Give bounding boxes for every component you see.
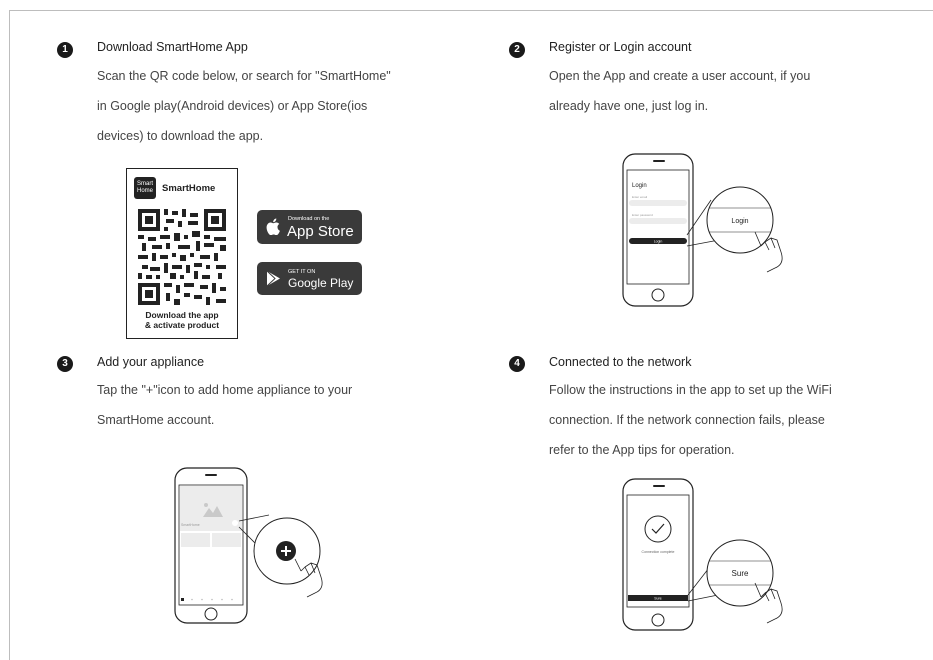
login-title: Login: [632, 183, 647, 189]
qr-brand: SmartHome: [162, 183, 216, 194]
login-zoom-label: Login: [731, 218, 748, 225]
google-play-small: GET IT ON: [288, 269, 316, 275]
login-phone-illustration: Login Enter email Enter password Login L…: [622, 153, 783, 307]
qr-caption: Download the app & activate product: [127, 310, 237, 330]
play-icon: [266, 270, 280, 287]
step-3-line: SmartHome account.: [97, 413, 215, 427]
email-field: Enter email: [632, 195, 648, 199]
step-1-body: Scan the QR code below, or search for "S…: [97, 61, 391, 151]
connection-status: Connection complete: [642, 550, 675, 554]
network-phone-illustration: Connection complete Sure Sure: [622, 478, 783, 631]
step-3-number: 3: [57, 356, 73, 372]
sure-button-label: Sure: [654, 597, 661, 601]
step-2-number: 2: [509, 42, 525, 58]
step-1-line: Scan the QR code below, or search for "S…: [97, 69, 391, 83]
login-button-label: Login: [654, 240, 663, 244]
step-1-line: devices) to download the app.: [97, 129, 264, 143]
apple-icon: [266, 218, 280, 235]
step-4-title: Connected to the network: [549, 355, 692, 369]
step-4-number: 4: [509, 356, 525, 372]
step-1-title: Download SmartHome App: [97, 40, 248, 54]
step-2-title: Register or Login account: [549, 40, 692, 54]
step-2-line: already have one, just log in.: [549, 99, 709, 113]
step-2-line: Open the App and create a user account, …: [549, 69, 811, 83]
step-3-title: Add your appliance: [97, 355, 205, 369]
google-play-big: Google Play: [288, 276, 354, 290]
qr-caption-line: Download the app: [145, 310, 219, 320]
logo-text: Home: [136, 188, 153, 194]
smarthome-logo: Smart Home: [134, 177, 156, 199]
step-1-number: 1: [57, 42, 73, 58]
step-3-line: Tap the "+"icon to add home appliance to…: [97, 383, 353, 397]
qr-card: Smart Home SmartHome Download the app & …: [126, 168, 238, 339]
step-3-body: Tap the "+"icon to add home appliance to…: [97, 375, 352, 435]
add-phone-illustration: SmartHome: [174, 467, 323, 624]
qr-code-icon[interactable]: [138, 209, 226, 305]
step-4-body: Follow the instructions in the app to se…: [549, 375, 832, 465]
sure-zoom-label: Sure: [732, 569, 749, 578]
step-4-line: Follow the instructions in the app to se…: [549, 383, 832, 397]
app-store-small: Download on the: [288, 216, 330, 222]
qr-caption-line: & activate product: [144, 320, 220, 330]
app-store-big: App Store: [287, 223, 354, 240]
logo-text: Smart: [136, 181, 153, 187]
app-store-badge[interactable]: Download on the App Store: [257, 210, 362, 244]
step-2-body: Open the App and create a user account, …: [549, 61, 810, 121]
smarthome-card-label: SmartHome: [181, 523, 200, 527]
step-1-line: in Google play(Android devices) or App S…: [97, 99, 368, 113]
google-play-badge[interactable]: GET IT ON Google Play: [257, 262, 362, 295]
step-4-line: refer to the App tips for operation.: [549, 443, 735, 457]
password-field: Enter password: [632, 213, 653, 217]
step-4-line: connection. If the network connection fa…: [549, 413, 825, 427]
